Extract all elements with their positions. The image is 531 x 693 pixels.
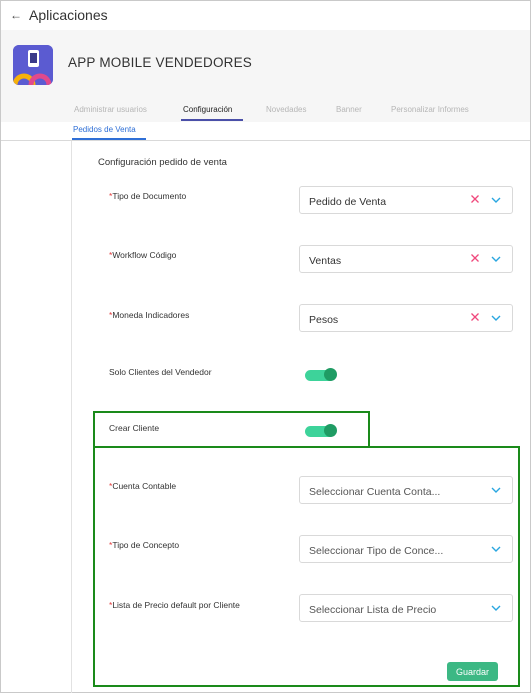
subtab-pedidos-de-venta[interactable]: Pedidos de Venta [73,125,136,134]
clear-icon[interactable] [469,252,481,264]
app-header: APP MOBILE VENDEDORES Administrar usuari… [1,30,530,122]
left-column-divider [71,141,72,693]
toggle-knob [324,368,337,381]
chevron-down-icon [491,197,501,203]
crear-cliente-toggle[interactable] [305,424,337,437]
tipo-documento-label: *Tipo de Documento [109,191,187,201]
workflow-select[interactable]: Ventas [299,245,513,273]
app-title: APP MOBILE VENDEDORES [68,55,253,70]
solo-clientes-toggle[interactable] [305,368,337,381]
chevron-down-icon [491,487,501,493]
tab-bar: Administrar usuarios Configuración Noved… [1,103,530,123]
toggle-knob [324,424,337,437]
chevron-down-icon [491,605,501,611]
tipo-concepto-label: *Tipo de Concepto [109,540,180,550]
subtab-divider [1,140,530,141]
moneda-value: Pesos [309,314,339,326]
cuenta-contable-placeholder: Seleccionar Cuenta Conta... [309,486,441,498]
moneda-select[interactable]: Pesos [299,304,513,332]
tipo-documento-select[interactable]: Pedido de Venta [299,186,513,214]
section-title: Configuración pedido de venta [98,157,227,168]
top-bar: ← Aplicaciones [0,0,531,30]
solo-clientes-label: Solo Clientes del Vendedor [109,367,212,377]
mobile-app-logo-icon [13,45,53,85]
tipo-documento-value: Pedido de Venta [309,196,387,208]
tab-banner[interactable]: Banner [336,105,362,114]
tipo-concepto-placeholder: Seleccionar Tipo de Conce... [309,545,444,557]
cuenta-contable-label: *Cuenta Contable [109,481,177,491]
tab-administrar-usuarios[interactable]: Administrar usuarios [74,105,147,114]
tab-configuracion[interactable]: Configuración [183,105,232,114]
tab-personalizar-informes[interactable]: Personalizar Informes [391,105,469,114]
arrow-left-icon[interactable]: ← [10,9,22,21]
page-title: Aplicaciones [29,7,108,23]
chevron-down-icon [491,546,501,552]
chevron-down-icon [491,256,501,262]
tab-novedades[interactable]: Novedades [266,105,306,114]
lista-precio-placeholder: Seleccionar Lista de Precio [309,604,437,616]
moneda-label: *Moneda Indicadores [109,310,190,320]
clear-icon[interactable] [469,193,481,205]
tipo-concepto-select[interactable]: Seleccionar Tipo de Conce... [299,535,513,563]
chevron-down-icon [491,315,501,321]
workflow-value: Ventas [309,255,342,267]
workflow-label: *Workflow Código [109,250,177,260]
lista-precio-label: *Lista de Precio default por Cliente [109,600,240,610]
clear-icon[interactable] [469,311,481,323]
save-button[interactable]: Guardar [447,662,498,681]
active-tab-indicator [181,119,243,121]
crear-cliente-label: Crear Cliente [109,423,160,433]
cuenta-contable-select[interactable]: Seleccionar Cuenta Conta... [299,476,513,504]
lista-precio-select[interactable]: Seleccionar Lista de Precio [299,594,513,622]
